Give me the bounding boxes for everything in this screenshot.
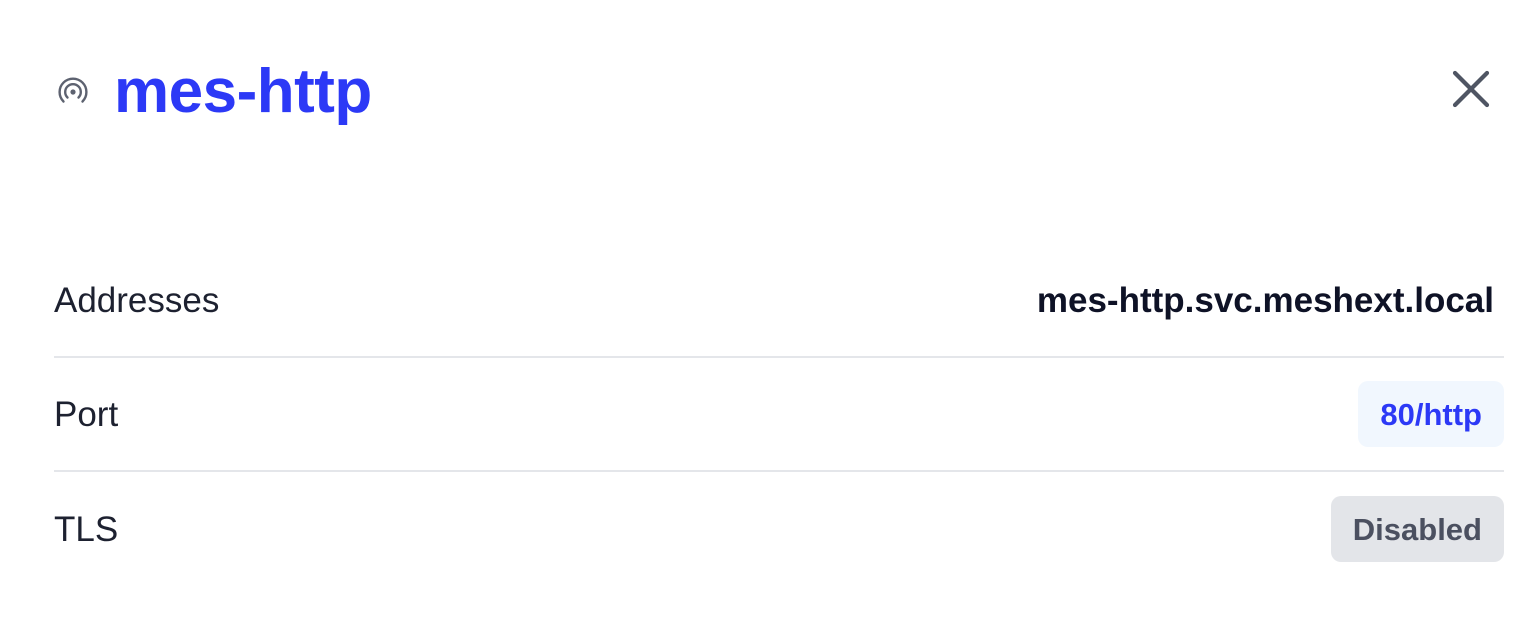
- service-title: mes-http: [114, 57, 372, 126]
- close-icon: [1451, 69, 1491, 114]
- detail-label: Addresses: [54, 280, 220, 320]
- close-button[interactable]: [1446, 66, 1496, 116]
- detail-row-tls: TLS Disabled: [54, 472, 1504, 586]
- service-detail-panel: mes-http Addresses mes-http.svc.meshext.…: [0, 0, 1526, 620]
- port-badge: 80/http: [1358, 381, 1504, 447]
- detail-row-addresses: Addresses mes-http.svc.meshext.local: [54, 244, 1504, 358]
- detail-label: TLS: [54, 509, 119, 549]
- panel-header: mes-http: [54, 52, 372, 132]
- tls-status-badge: Disabled: [1330, 496, 1504, 562]
- broadcast-icon: [54, 73, 92, 111]
- address-value: mes-http.svc.meshext.local: [1036, 280, 1494, 320]
- detail-row-port: Port 80/http: [54, 358, 1504, 472]
- details-list: Addresses mes-http.svc.meshext.local Por…: [54, 244, 1504, 586]
- detail-label: Port: [54, 394, 119, 434]
